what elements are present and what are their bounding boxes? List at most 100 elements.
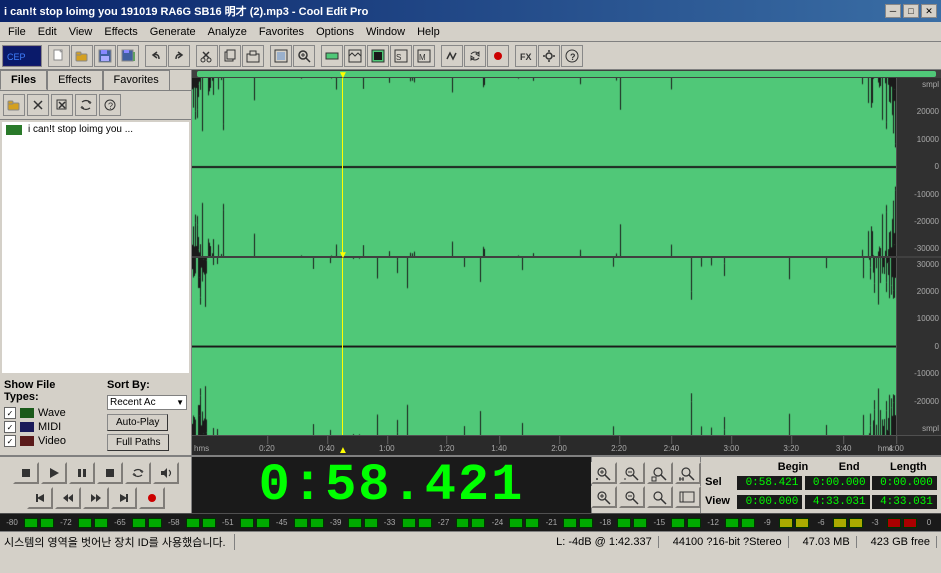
midi-checkbox[interactable]: ✓ <box>4 421 16 433</box>
effects-btn[interactable]: FX <box>515 45 537 67</box>
file-closeall-btn[interactable] <box>51 94 73 116</box>
save-button[interactable] <box>94 45 116 67</box>
zoom-custom2-button[interactable] <box>675 486 701 508</box>
zoom-out-h-button[interactable] <box>619 462 645 484</box>
undo-button[interactable] <box>145 45 167 67</box>
menu-favorites[interactable]: Favorites <box>253 24 310 40</box>
zoom-sel-button[interactable] <box>647 462 673 484</box>
waveform-area[interactable]: smpl 20000 10000 0 -10000 -20000 -30000 … <box>192 70 941 455</box>
play-button[interactable] <box>41 462 67 484</box>
record-button[interactable] <box>487 45 509 67</box>
svg-text:?: ? <box>108 101 113 111</box>
tab-files[interactable]: Files <box>0 70 47 90</box>
open-button[interactable] <box>71 45 93 67</box>
redo-button[interactable] <box>168 45 190 67</box>
scale-0-top: 0 <box>899 162 939 171</box>
cut-button[interactable] <box>196 45 218 67</box>
time-info-header: Begin End Length <box>705 461 937 475</box>
menu-view[interactable]: View <box>63 24 99 40</box>
sort-buttons: Auto-Play <box>107 414 187 431</box>
title-text: i can!t stop loimg you 191019 RA6G SB16 … <box>4 3 368 19</box>
zoom-controls <box>591 457 701 513</box>
level-label-12: -12 <box>703 518 723 527</box>
level-seg-9 <box>240 518 254 528</box>
loop-button[interactable] <box>464 45 486 67</box>
waveform-btn4[interactable]: S <box>390 45 412 67</box>
auto-play-button[interactable]: Auto-Play <box>107 414 168 431</box>
tab-effects[interactable]: Effects <box>47 70 102 90</box>
goto-start-button[interactable] <box>27 487 53 509</box>
zoom-custom1-button[interactable] <box>647 486 673 508</box>
record-transport-button[interactable] <box>139 487 165 509</box>
zoom-all-button[interactable] <box>675 462 701 484</box>
paste-button[interactable] <box>242 45 264 67</box>
video-checkbox[interactable]: ✓ <box>4 435 16 447</box>
volume-button[interactable] <box>153 462 179 484</box>
select-all-button[interactable] <box>270 45 292 67</box>
scale-20k: 20000 <box>899 107 939 116</box>
menu-effects[interactable]: Effects <box>98 24 143 40</box>
timeline-hms-left: hms <box>194 444 209 453</box>
zoom-out-v-button[interactable] <box>619 486 645 508</box>
zoom-in-button[interactable] <box>293 45 315 67</box>
wave-checkbox[interactable]: ✓ <box>4 407 16 419</box>
waveform-btn5[interactable]: M <box>413 45 435 67</box>
file-open-btn[interactable] <box>3 94 25 116</box>
level-label-72: -72 <box>56 518 76 527</box>
file-help-btn[interactable]: ? <box>99 94 121 116</box>
save-all-button[interactable] <box>117 45 139 67</box>
level-seg-22 <box>579 518 593 528</box>
waveform-btn2[interactable] <box>344 45 366 67</box>
new-button[interactable] <box>48 45 70 67</box>
level-label-45: -45 <box>272 518 292 527</box>
help-button[interactable]: ? <box>561 45 583 67</box>
timeline-mark-100: 1:00 <box>379 444 395 453</box>
zoom-in-h-button[interactable] <box>591 462 617 484</box>
sort-dropdown[interactable]: Recent Ac ▼ <box>107 395 187 410</box>
end-header: End <box>839 461 860 473</box>
timeline-mark-120: 1:20 <box>439 444 455 453</box>
transport-row2 <box>27 487 165 509</box>
waveform-btn1[interactable] <box>321 45 343 67</box>
menu-generate[interactable]: Generate <box>144 24 202 40</box>
menu-window[interactable]: Window <box>360 24 411 40</box>
waveform-canvas-bottom <box>192 258 896 436</box>
maximize-button[interactable]: □ <box>903 4 919 18</box>
file-loop-btn[interactable] <box>75 94 97 116</box>
file-close-btn[interactable] <box>27 94 49 116</box>
tab-favorites[interactable]: Favorites <box>103 70 170 90</box>
minimize-button[interactable]: ─ <box>885 4 901 18</box>
scale-10k: 10000 <box>899 135 939 144</box>
menu-file[interactable]: File <box>2 24 32 40</box>
menu-options[interactable]: Options <box>310 24 360 40</box>
level-label-3: -3 <box>865 518 885 527</box>
zoom-in-v-button[interactable] <box>591 486 617 508</box>
fastforward-button[interactable] <box>83 487 109 509</box>
loop-toggle-button[interactable] <box>125 462 151 484</box>
level-seg-26 <box>687 518 701 528</box>
menu-edit[interactable]: Edit <box>32 24 63 40</box>
rewind-button[interactable] <box>55 487 81 509</box>
level-seg-12 <box>310 518 324 528</box>
horizontal-scrollbar[interactable] <box>192 70 941 78</box>
level-seg-29 <box>779 518 793 528</box>
time-display-area: 0:58.421 <box>192 457 591 513</box>
settings-button[interactable] <box>538 45 560 67</box>
waveform-btn3[interactable] <box>367 45 389 67</box>
status-level-info: L: -4dB @ 1:42.337 <box>550 536 659 548</box>
goto-end-button[interactable] <box>111 487 137 509</box>
status-size-info: 47.03 MB <box>797 536 857 548</box>
timeline-marks: hms 0:20 0:40 1:00 1:20 1:40 2:00 2:20 2… <box>192 436 941 455</box>
menu-help[interactable]: Help <box>411 24 446 40</box>
stop-button[interactable] <box>13 462 39 484</box>
stop2-button[interactable] <box>97 462 123 484</box>
copy-button[interactable] <box>219 45 241 67</box>
scale-n20k: -20000 <box>899 217 939 226</box>
close-button[interactable]: ✕ <box>921 4 937 18</box>
scrollbar-thumb[interactable] <box>197 71 936 77</box>
pause-button[interactable] <box>69 462 95 484</box>
menu-analyze[interactable]: Analyze <box>202 24 253 40</box>
mixdown-button[interactable] <box>441 45 463 67</box>
file-item[interactable]: i can!t stop loimg you ... <box>2 122 189 137</box>
full-paths-button[interactable]: Full Paths <box>107 434 169 451</box>
